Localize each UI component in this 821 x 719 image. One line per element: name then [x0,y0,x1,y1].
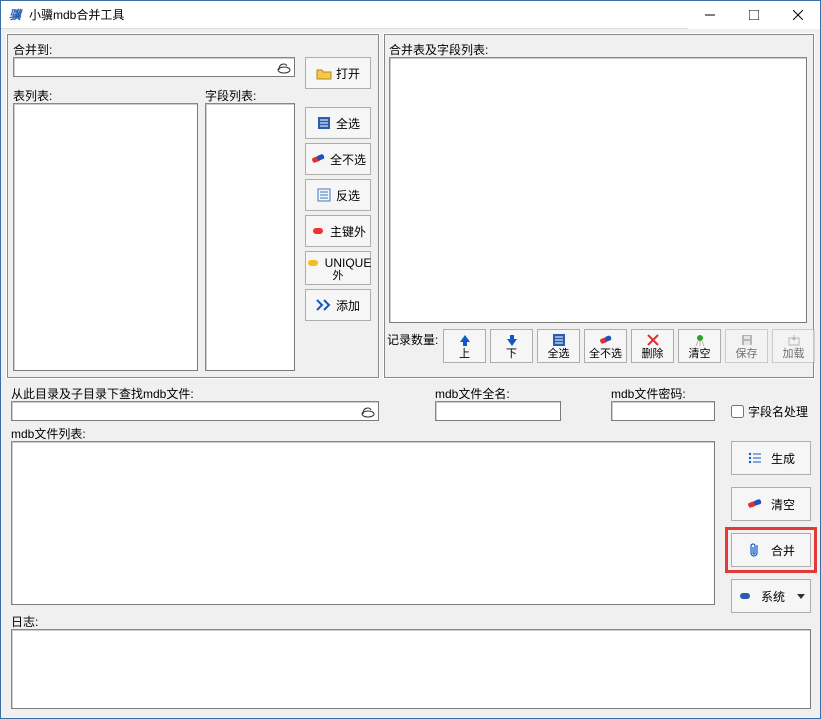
down-label: 下 [506,348,517,360]
invert-button[interactable]: 反选 [305,179,371,211]
yellow-dot-icon [305,255,321,271]
side-toolbar: 生成 清空 合并 系统 [731,441,811,613]
unique-label-2: 外 [333,271,344,282]
select-all-button[interactable]: 全选 [305,107,371,139]
clear-button[interactable]: 清空 [678,329,721,363]
move-down-button[interactable]: 下 [490,329,533,363]
maximize-button[interactable] [732,1,776,29]
table-listbox[interactable] [13,103,198,371]
move-up-button[interactable]: 上 [443,329,486,363]
toolbar-horizontal: 上 下 全选 全不选 删除 清空 [443,329,815,363]
maximize-icon [749,10,759,20]
label-log: 日志: [11,613,38,630]
invert-label: 反选 [336,187,360,204]
delete-button[interactable]: 删除 [631,329,674,363]
clear2-button[interactable]: 清空 [731,487,811,521]
up-label: 上 [459,348,470,360]
save-button[interactable]: 保存 [725,329,768,363]
label-mdb-file-list: mdb文件列表: [11,425,86,442]
minimize-icon [705,10,715,20]
except-unique-button[interactable]: UNIQUE 外 [305,251,371,285]
add-button[interactable]: 添加 [305,289,371,321]
select-all-icon-2 [551,332,567,348]
arrow-down-icon [504,332,520,348]
clear-label: 清空 [689,348,711,360]
browse-search-path-icon[interactable] [359,403,377,419]
label-table-list: 表列表: [13,87,52,104]
save-label: 保存 [736,348,758,360]
toolbar-vertical: 打开 全选 全不选 反选 [305,57,371,321]
delete-label: 删除 [642,348,664,360]
label-record-count: 记录数量: [387,331,438,348]
add-label: 添加 [336,297,360,314]
merge-label: 合并 [771,542,795,559]
mdb-password-input[interactable] [611,401,715,421]
mdb-fullname-input[interactable] [435,401,561,421]
generate-button[interactable]: 生成 [731,441,811,475]
row-select-all-button[interactable]: 全选 [537,329,580,363]
browse-merge-to-icon[interactable] [275,59,293,75]
close-button[interactable] [776,1,820,29]
label-search-path: 从此目录及子目录下查找mdb文件: [11,385,194,402]
unique-label-1: UNIQUE [325,257,372,269]
label-field-list: 字段列表: [205,87,256,104]
except-pk-button[interactable]: 主键外 [305,215,371,247]
load-button[interactable]: 加载 [772,329,815,363]
log-listbox[interactable] [11,629,811,709]
x-icon [645,332,661,348]
merge-button[interactable]: 合并 [731,533,811,567]
merge-to-input[interactable] [13,57,295,77]
label-merge-table-fields: 合并表及字段列表: [389,41,488,58]
mdb-file-listbox[interactable] [11,441,715,605]
search-path-input[interactable] [11,401,379,421]
fieldname-process-checkbox[interactable]: 字段名处理 [731,403,808,420]
floppy-icon [739,332,755,348]
folder-open-icon [316,65,332,81]
generate-label: 生成 [771,450,795,467]
label-mdb-fullname: mdb文件全名: [435,385,510,402]
load-icon [786,332,802,348]
merge-fields-listbox[interactable] [389,57,807,323]
red-dot-icon [310,223,326,239]
select-none-button[interactable]: 全不选 [305,143,371,175]
app-icon: 骥 [7,7,23,23]
select-all-label: 全选 [336,115,360,132]
eraser-icon [310,151,326,167]
content-area: 合并到: 表列表: 字段列表: 打开 全选 [1,29,820,718]
row-select-none-button[interactable]: 全不选 [584,329,627,363]
row-all-label: 全选 [548,348,570,360]
field-listbox[interactable] [205,103,295,371]
fieldname-process-label: 字段名处理 [748,403,808,420]
eraser-icon-3 [747,496,763,512]
except-pk-label: 主键外 [330,223,366,240]
system-label: 系统 [761,588,785,605]
arrow-up-icon [457,332,473,348]
list-bullet-icon [747,450,763,466]
minimize-button[interactable] [688,1,732,29]
window-title: 小骥mdb合并工具 [29,6,688,23]
double-chevron-right-icon [316,297,332,313]
app-window: 骥 小骥mdb合并工具 合并到: 表列表: 字段列表: [0,0,821,719]
broom-icon [692,332,708,348]
select-none-label: 全不选 [330,151,366,168]
clear2-label: 清空 [771,496,795,513]
fieldname-process-checkbox-input[interactable] [731,405,744,418]
row-none-label: 全不选 [589,348,622,360]
open-button-label: 打开 [336,65,360,82]
eraser-icon-2 [598,332,614,348]
blue-dot-icon [737,588,753,604]
label-merge-to: 合并到: [13,41,52,58]
label-mdb-password: mdb文件密码: [611,385,686,402]
titlebar: 骥 小骥mdb合并工具 [1,1,820,29]
select-all-icon [316,115,332,131]
close-icon [793,10,803,20]
dropdown-arrow-icon [797,594,805,599]
system-button[interactable]: 系统 [731,579,811,613]
invert-icon [316,187,332,203]
load-label: 加载 [783,348,805,360]
paperclip-icon [747,542,763,558]
open-button[interactable]: 打开 [305,57,371,89]
